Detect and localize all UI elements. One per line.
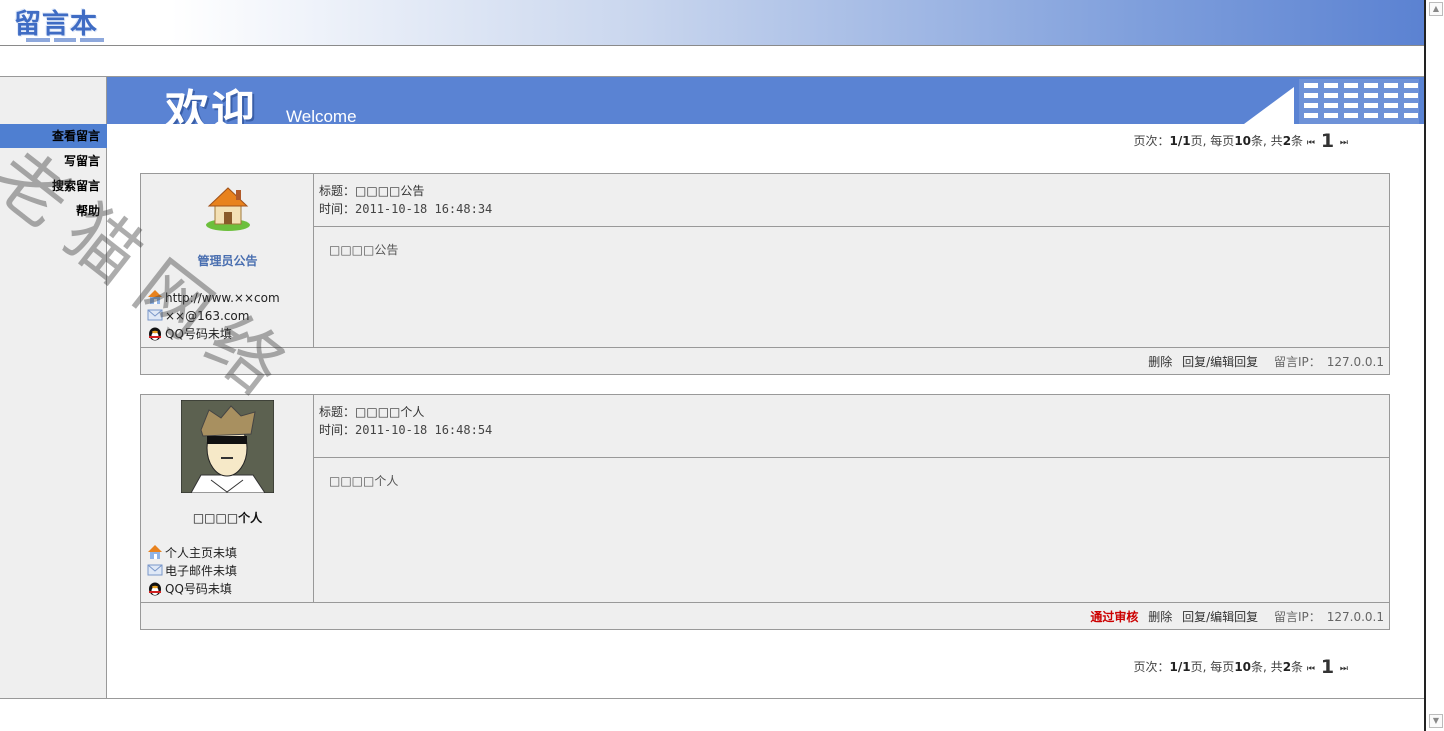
- title-label: 标题：: [319, 184, 356, 198]
- message-author-panel: 管理员公告 http://www.××com ××@163.com QQ号码未填: [141, 174, 314, 348]
- qq-text: QQ号码未填: [165, 327, 232, 341]
- message-title-row: 标题：□□□□个人: [319, 403, 1389, 421]
- author-name: □□□□个人: [192, 511, 263, 525]
- ip-info: 留言IP： 127.0.0.1: [1268, 355, 1384, 369]
- logo-underline: [80, 38, 104, 42]
- delete-link[interactable]: 删除: [1148, 355, 1172, 369]
- first-page-icon[interactable]: ⏮: [1307, 664, 1315, 674]
- ip-address: 127.0.0.1: [1326, 610, 1384, 624]
- welcome-banner: 欢迎 Welcome: [107, 77, 1424, 124]
- qq-penguin-icon: [149, 327, 161, 341]
- pager-per-page-label: 每页: [1210, 660, 1235, 674]
- logo-underline: [26, 38, 50, 42]
- message-time: 2011-10-18 16:48:54: [355, 423, 493, 437]
- page-number-link[interactable]: 1: [1321, 656, 1334, 678]
- message-title-row: 标题：□□□□公告: [319, 182, 1389, 200]
- pager-current: 1/1: [1169, 660, 1191, 674]
- house-icon: [206, 187, 250, 231]
- message-title: □□□□公告: [355, 184, 425, 198]
- pager-total-label: 共: [1270, 660, 1283, 674]
- message-card: 管理员公告 http://www.××com ××@163.com QQ号码未填…: [140, 173, 1390, 375]
- pager-total-suffix: 条: [1291, 660, 1304, 674]
- vertical-scrollbar[interactable]: ▲ ▼: [1424, 0, 1444, 731]
- scroll-up-icon[interactable]: ▲: [1429, 2, 1443, 16]
- home-icon: [148, 545, 162, 559]
- title-label: 标题：: [319, 405, 356, 419]
- qq-text: QQ号码未填: [165, 582, 232, 596]
- pager-top: 页次：1/1页, 每页10条, 共2条 ⏮ 1 ⏭: [1134, 130, 1348, 152]
- ip-label: 留言IP：: [1273, 610, 1321, 624]
- mail-icon: [147, 564, 163, 576]
- homepage-link[interactable]: http://www.××com: [147, 289, 280, 305]
- qq-penguin-icon: [149, 582, 161, 596]
- ip-label: 留言IP：: [1273, 355, 1321, 369]
- pager-current: 1/1: [1169, 134, 1191, 148]
- building-graphic: [1244, 79, 1419, 124]
- nav-item-search-messages[interactable]: 搜索留言: [52, 177, 100, 194]
- message-actions: 删除 回复/编辑回复 留言IP： 127.0.0.1: [141, 347, 1389, 374]
- message-header: 标题：□□□□个人 时间：2011-10-18 16:48:54: [314, 395, 1389, 458]
- pager-per-page-suffix: 条,: [1251, 660, 1267, 674]
- time-label: 时间：: [319, 423, 356, 437]
- home-icon: [148, 290, 162, 304]
- first-page-icon[interactable]: ⏮: [1307, 138, 1315, 148]
- page-number-link[interactable]: 1: [1321, 130, 1334, 152]
- pager-per-page-suffix: 条,: [1251, 134, 1267, 148]
- ip-info: 留言IP： 127.0.0.1: [1268, 610, 1384, 624]
- pager-total: 2: [1282, 660, 1292, 674]
- nav-item-write-message[interactable]: 写留言: [64, 152, 100, 169]
- pager-per-page: 10: [1234, 660, 1252, 674]
- last-page-icon[interactable]: ⏭: [1340, 664, 1348, 674]
- logo-underline: [54, 38, 76, 42]
- message-title: □□□□个人: [355, 405, 425, 419]
- nav-item-help[interactable]: 帮助: [76, 202, 100, 219]
- left-nav: 查看留言 写留言 搜索留言 帮助: [0, 76, 107, 699]
- pager-label: 页次：: [1133, 660, 1170, 674]
- nav-item-view-messages[interactable]: 查看留言: [52, 127, 100, 144]
- pager-total-label: 共: [1270, 134, 1283, 148]
- pager-per-page-label: 每页: [1210, 134, 1235, 148]
- message-actions: 通过审核 删除 回复/编辑回复 留言IP： 127.0.0.1: [141, 602, 1389, 629]
- pager-total: 2: [1282, 134, 1292, 148]
- delete-link[interactable]: 删除: [1148, 610, 1172, 624]
- message-header: 标题：□□□□公告 时间：2011-10-18 16:48:34: [314, 174, 1389, 227]
- message-author-panel: □□□□个人 个人主页未填 电子邮件未填 QQ号码未填: [141, 395, 314, 603]
- message-content: □□□□公告: [329, 243, 399, 257]
- email-text: 电子邮件未填: [165, 564, 238, 578]
- homepage-text: http://www.××com: [165, 291, 280, 305]
- time-label: 时间：: [319, 202, 356, 216]
- homepage-text: 个人主页未填: [165, 546, 238, 560]
- homepage-link[interactable]: 个人主页未填: [147, 544, 237, 561]
- site-logo[interactable]: 留言本: [14, 2, 98, 41]
- pager-total-suffix: 条: [1291, 134, 1304, 148]
- email-link[interactable]: 电子邮件未填: [147, 562, 237, 579]
- last-page-icon[interactable]: ⏭: [1340, 138, 1348, 148]
- pager-label: 页次：: [1133, 134, 1170, 148]
- pager-per-page: 10: [1234, 134, 1252, 148]
- reply-edit-link[interactable]: 回复/编辑回复: [1182, 610, 1258, 624]
- mail-icon: [147, 309, 163, 321]
- pager-page-word: 页,: [1190, 134, 1207, 148]
- email-link[interactable]: ××@163.com: [147, 307, 249, 323]
- approve-link[interactable]: 通过审核: [1090, 610, 1138, 624]
- scroll-down-icon[interactable]: ▼: [1429, 714, 1443, 728]
- cartoon-man-avatar: [181, 400, 274, 493]
- message-content: □□□□个人: [329, 474, 399, 488]
- message-time-row: 时间：2011-10-18 16:48:54: [319, 421, 1389, 439]
- qq-info: QQ号码未填: [147, 325, 232, 342]
- pager-page-word: 页,: [1190, 660, 1207, 674]
- qq-info: QQ号码未填: [147, 580, 232, 597]
- message-time: 2011-10-18 16:48:34: [355, 202, 493, 216]
- message-card: □□□□个人 个人主页未填 电子邮件未填 QQ号码未填 标题：□□□□个人 时间…: [140, 394, 1390, 630]
- email-text: ××@163.com: [165, 309, 250, 323]
- reply-edit-link[interactable]: 回复/编辑回复: [1182, 355, 1258, 369]
- welcome-subtitle: Welcome: [286, 107, 357, 124]
- message-time-row: 时间：2011-10-18 16:48:34: [319, 200, 1389, 218]
- pager-bottom: 页次：1/1页, 每页10条, 共2条 ⏮ 1 ⏭: [1134, 656, 1348, 678]
- ip-address: 127.0.0.1: [1326, 355, 1384, 369]
- author-name: 管理员公告: [197, 254, 258, 268]
- top-header: 留言本: [0, 0, 1424, 46]
- welcome-title: 欢迎: [165, 86, 257, 124]
